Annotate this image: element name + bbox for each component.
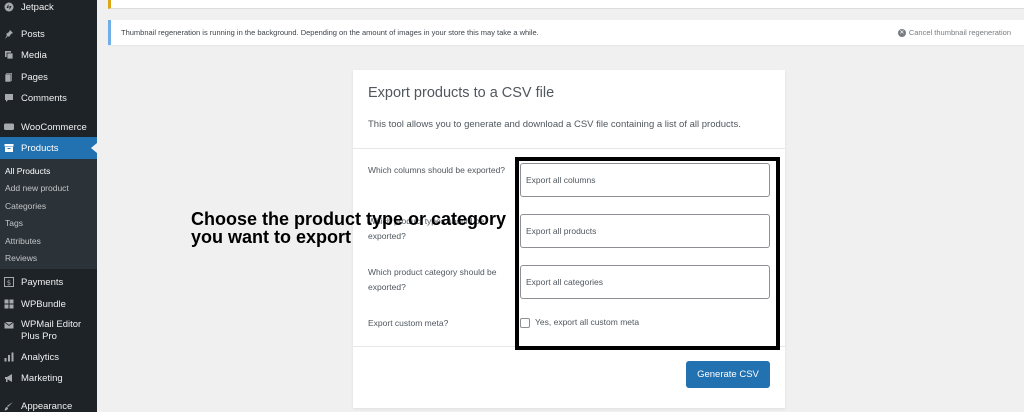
media-icon bbox=[4, 50, 14, 60]
close-icon: ✕ bbox=[897, 28, 906, 37]
menu-label-posts: Posts bbox=[21, 28, 45, 40]
menu-label-woocommerce: WooCommerce bbox=[21, 121, 87, 133]
submenu-attributes[interactable]: Attributes bbox=[5, 236, 41, 246]
menu-item-marketing[interactable]: Marketing bbox=[0, 367, 97, 389]
submenu-categories[interactable]: Categories bbox=[5, 201, 46, 211]
menu-label-pages: Pages bbox=[21, 71, 48, 83]
submenu-reviews[interactable]: Reviews bbox=[5, 253, 37, 263]
menu-item-wpbundle[interactable]: WPBundle bbox=[0, 293, 97, 315]
menu-label-wpbundle: WPBundle bbox=[21, 298, 66, 310]
megaphone-icon bbox=[4, 373, 14, 383]
menu-label-analytics: Analytics bbox=[21, 351, 60, 363]
admin-sidebar: Jetpack Posts Media Pages Comments WooCo… bbox=[0, 0, 97, 412]
menu-item-pages[interactable]: Pages bbox=[0, 66, 97, 88]
menu-label-marketing: Marketing bbox=[21, 372, 63, 384]
menu-label-jetpack: Jetpack bbox=[21, 1, 54, 13]
menu-label-products: Products bbox=[21, 142, 59, 154]
menu-item-payments[interactable]: $ Payments bbox=[0, 271, 97, 293]
jetpack-icon bbox=[4, 2, 14, 12]
comment-icon bbox=[4, 93, 14, 103]
menu-item-woocommerce[interactable]: WooCommerce bbox=[0, 116, 97, 138]
menu-item-comments[interactable]: Comments bbox=[0, 87, 97, 109]
mail-icon bbox=[4, 320, 14, 330]
menu-item-products[interactable]: Products bbox=[0, 137, 97, 159]
custom-meta-label: Export custom meta? bbox=[368, 318, 449, 328]
menu-item-analytics[interactable]: Analytics bbox=[0, 346, 97, 368]
export-title: Export products to a CSV file bbox=[368, 85, 555, 101]
cancel-regeneration-link[interactable]: ✕ Cancel thumbnail regeneration bbox=[897, 28, 1011, 37]
menu-label-payments: Payments bbox=[21, 276, 64, 288]
archive-icon bbox=[4, 143, 14, 153]
grid-icon bbox=[4, 299, 14, 309]
divider bbox=[353, 148, 785, 149]
menu-item-jetpack[interactable]: Jetpack bbox=[0, 0, 97, 18]
menu-item-wpmail-editor[interactable]: WPMail Editor Plus Pro bbox=[0, 315, 97, 343]
pages-icon bbox=[4, 72, 14, 82]
pushpin-icon bbox=[4, 29, 14, 39]
submenu-tags[interactable]: Tags bbox=[5, 218, 23, 228]
submenu-all-products[interactable]: All Products bbox=[5, 166, 50, 176]
columns-label: Which columns should be exported? bbox=[368, 165, 506, 175]
menu-label-comments: Comments bbox=[21, 92, 67, 104]
annotation-highlight-box bbox=[515, 157, 780, 350]
woocommerce-icon bbox=[4, 122, 14, 132]
svg-text:$: $ bbox=[7, 279, 11, 287]
bar-chart-icon bbox=[4, 352, 14, 362]
menu-item-posts[interactable]: Posts bbox=[0, 23, 97, 45]
top-notice-strip bbox=[108, 0, 1024, 9]
cancel-regeneration-label: Cancel thumbnail regeneration bbox=[908, 28, 1011, 37]
menu-label-wpmail-editor: WPMail Editor Plus Pro bbox=[21, 319, 82, 342]
brush-icon bbox=[4, 401, 14, 411]
dollar-icon: $ bbox=[4, 277, 14, 287]
submenu-add-new-product[interactable]: Add new product bbox=[5, 183, 69, 193]
products-submenu: All Products Add new product Categories … bbox=[0, 159, 97, 269]
generate-csv-button[interactable]: Generate CSV bbox=[686, 361, 770, 388]
annotation-text: Choose the product type or category you … bbox=[191, 210, 536, 246]
notice-text: Thumbnail regeneration is running in the… bbox=[121, 28, 539, 37]
menu-item-media[interactable]: Media bbox=[0, 44, 97, 66]
thumbnail-notice: Thumbnail regeneration is running in the… bbox=[108, 20, 1024, 45]
category-label: Which product category should be exporte… bbox=[368, 267, 497, 292]
menu-label-appearance: Appearance bbox=[21, 400, 73, 412]
export-description: This tool allows you to generate and dow… bbox=[368, 119, 741, 130]
annotation-text-content: Choose the product type or category you … bbox=[191, 209, 507, 247]
menu-label-media: Media bbox=[21, 49, 47, 61]
menu-item-appearance[interactable]: Appearance bbox=[0, 395, 97, 412]
